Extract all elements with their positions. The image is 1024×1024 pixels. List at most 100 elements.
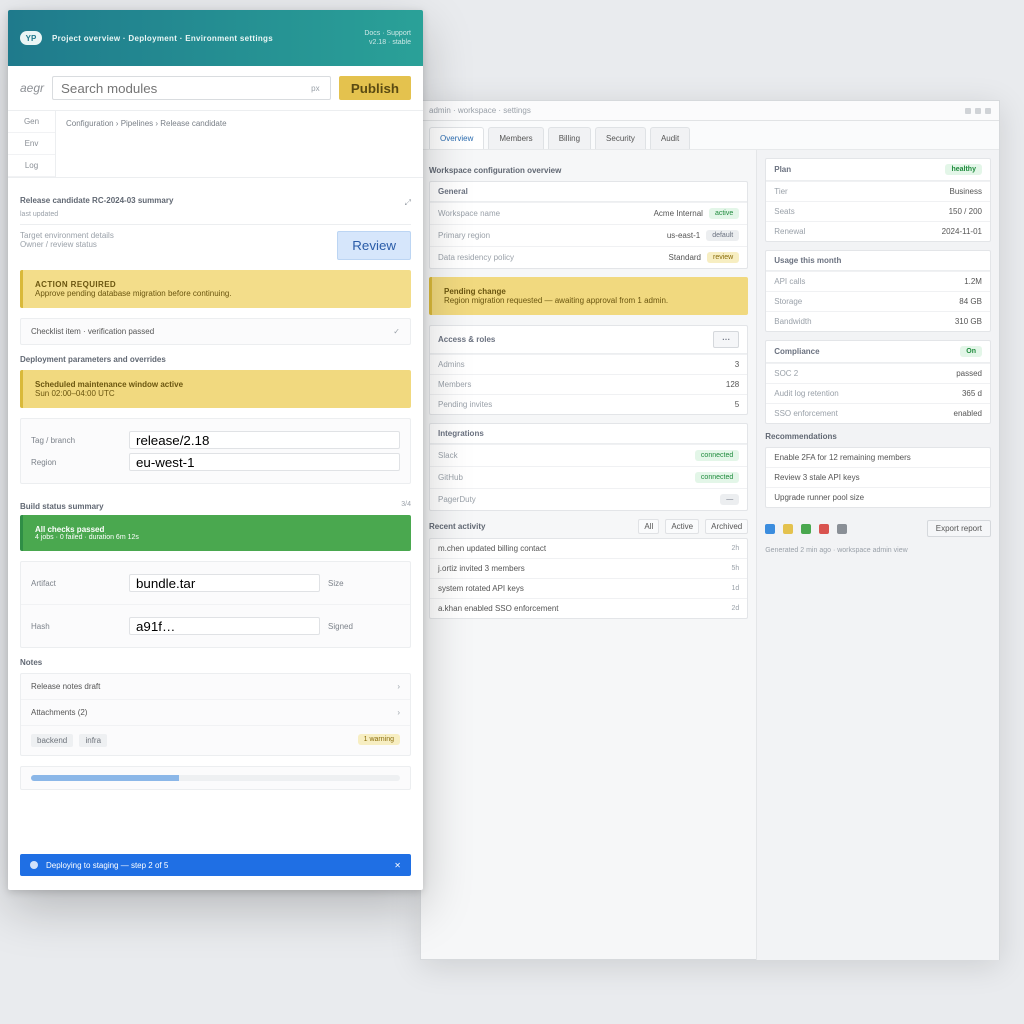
swatch-yellow bbox=[783, 524, 793, 534]
header-link-docs[interactable]: Docs · Support bbox=[364, 30, 411, 37]
list-item[interactable]: system rotated API keys1d bbox=[430, 578, 747, 598]
row-region: Primary region us-east-1 default bbox=[430, 224, 747, 246]
chevron-right-icon: › bbox=[397, 682, 400, 691]
side-foot: Generated 2 min ago · workspace admin vi… bbox=[765, 547, 991, 554]
checklist-panel: Checklist item · verification passed ✓ bbox=[20, 318, 411, 345]
window-controls[interactable] bbox=[965, 108, 991, 114]
card-integrations: Integrations Slackconnected GitHubconnec… bbox=[429, 423, 748, 511]
list-item[interactable]: a.khan enabled SSO enforcement2d bbox=[430, 598, 747, 618]
tag-chip[interactable]: infra bbox=[79, 734, 107, 747]
side-tab-log[interactable]: Log bbox=[8, 155, 55, 177]
sec1-line2: Owner / review status bbox=[20, 240, 331, 249]
admin-callout-pending: Pending change Region migration requeste… bbox=[429, 277, 748, 315]
artifact-name[interactable] bbox=[129, 574, 320, 592]
color-legend: Export report bbox=[765, 516, 991, 541]
callout1-body: Approve pending database migration befor… bbox=[35, 289, 399, 298]
manage-access-button[interactable]: ··· bbox=[713, 331, 739, 348]
sec4-title: Notes bbox=[20, 658, 411, 667]
panel-compliance: ComplianceOn SOC 2passed Audit log reten… bbox=[765, 340, 991, 424]
close-icon[interactable]: ✕ bbox=[394, 861, 401, 870]
crumb-line: Configuration › Pipelines › Release cand… bbox=[56, 111, 423, 177]
admin-main: Workspace configuration overview General… bbox=[421, 150, 756, 960]
side-tab-env[interactable]: Env bbox=[8, 133, 55, 155]
callout-body: Region migration requested — awaiting ap… bbox=[444, 296, 736, 305]
review-button[interactable]: Review bbox=[337, 231, 411, 260]
sec3-title: Build status summary bbox=[20, 502, 104, 511]
callout-maintenance: Scheduled maintenance window active Sun … bbox=[20, 370, 411, 408]
list-item[interactable]: m.chen updated billing contact2h bbox=[430, 539, 747, 558]
callout-action-required: ACTION REQUIRED Approve pending database… bbox=[20, 270, 411, 308]
export-button[interactable]: Export report bbox=[927, 520, 991, 537]
admin-heading: Workspace configuration overview bbox=[429, 166, 748, 175]
header-links: Docs · Support v2.18 · stable bbox=[364, 30, 411, 46]
recs-heading: Recommendations bbox=[765, 432, 991, 441]
notes-panel: Release notes draft › Attachments (2) › … bbox=[20, 673, 411, 756]
activity-list: m.chen updated billing contact2h j.ortiz… bbox=[429, 538, 748, 619]
subnav-side: Gen Env Log bbox=[8, 111, 56, 177]
list-item[interactable]: Enable 2FA for 12 remaining members bbox=[766, 448, 990, 467]
search-unit: px bbox=[301, 76, 331, 100]
admin-titlebar: admin · workspace · settings bbox=[421, 101, 999, 121]
field-tag: Tag / branch bbox=[31, 431, 400, 449]
tab-audit[interactable]: Audit bbox=[650, 127, 690, 149]
filter-all[interactable]: All bbox=[638, 519, 659, 534]
tag-input[interactable] bbox=[129, 431, 400, 449]
admin-tabs: Overview Members Billing Security Audit bbox=[421, 121, 999, 150]
swatch-gray bbox=[837, 524, 847, 534]
tab-security[interactable]: Security bbox=[595, 127, 646, 149]
attachments-row[interactable]: Attachments (2) bbox=[31, 708, 87, 717]
list-item[interactable]: j.ortiz invited 3 members5h bbox=[430, 558, 747, 578]
check-icon: ✓ bbox=[393, 327, 400, 336]
footer-text: Deploying to staging — step 2 of 5 bbox=[46, 861, 168, 870]
release-header: YP Project overview · Deployment · Envir… bbox=[8, 10, 423, 66]
filter-active[interactable]: Active bbox=[665, 519, 699, 534]
callout1-title: ACTION REQUIRED bbox=[35, 280, 399, 289]
deploy-progress bbox=[31, 775, 400, 781]
app-logo: aegr bbox=[20, 81, 44, 95]
list-item[interactable]: Review 3 stale API keys bbox=[766, 467, 990, 487]
tab-billing[interactable]: Billing bbox=[548, 127, 591, 149]
tab-members[interactable]: Members bbox=[488, 127, 543, 149]
activity-heading: Recent activity bbox=[429, 522, 485, 531]
header-link-version: v2.18 · stable bbox=[364, 39, 411, 46]
release-content: Release candidate RC-2024-03 summary las… bbox=[8, 178, 423, 890]
release-window: YP Project overview · Deployment · Envir… bbox=[8, 10, 423, 890]
sec3-meta: 3/4 bbox=[401, 501, 411, 508]
toolbar: aegr px Publish bbox=[8, 66, 423, 111]
tab-overview[interactable]: Overview bbox=[429, 127, 484, 149]
region-input[interactable] bbox=[129, 453, 400, 471]
tag-chip[interactable]: backend bbox=[31, 734, 73, 747]
status-pill: active bbox=[709, 208, 739, 219]
admin-crumb: admin · workspace · settings bbox=[429, 106, 531, 115]
row-policy: Data residency policy Standard review bbox=[430, 246, 747, 268]
sec1-line1: Target environment details bbox=[20, 231, 331, 240]
admin-window: admin · workspace · settings Overview Me… bbox=[420, 100, 1000, 960]
side-tab-gen[interactable]: Gen bbox=[8, 111, 55, 133]
warning-chip: 1 warning bbox=[358, 734, 400, 745]
field-region: Region bbox=[31, 453, 400, 471]
deploy-status-bar: Deploying to staging — step 2 of 5 ✕ bbox=[20, 854, 411, 876]
chevron-right-icon: › bbox=[397, 708, 400, 717]
publish-button[interactable]: Publish bbox=[339, 76, 411, 100]
artifact-panel: Artifact Size Hash Signed bbox=[20, 561, 411, 648]
row-workspace-name: Workspace name Acme Internal active bbox=[430, 202, 747, 224]
panel-usage: Usage this month API calls1.2M Storage84… bbox=[765, 250, 991, 332]
card-general: General Workspace name Acme Internal act… bbox=[429, 181, 748, 269]
panel-recs: Enable 2FA for 12 remaining members Revi… bbox=[765, 447, 991, 508]
params-panel: Tag / branch Region bbox=[20, 418, 411, 484]
card-general-title: General bbox=[438, 187, 468, 196]
artifact-hash[interactable] bbox=[129, 617, 320, 635]
search-input[interactable] bbox=[52, 76, 301, 100]
search-field: px bbox=[52, 76, 331, 100]
expand-icon[interactable]: ⤢ bbox=[405, 198, 411, 208]
list-item[interactable]: Upgrade runner pool size bbox=[766, 487, 990, 507]
callout-title: Pending change bbox=[444, 287, 736, 296]
subnav: Gen Env Log Configuration › Pipelines › … bbox=[8, 111, 423, 178]
filter-archived[interactable]: Archived bbox=[705, 519, 748, 534]
progress-panel bbox=[20, 766, 411, 790]
notes-row[interactable]: Release notes draft bbox=[31, 682, 100, 691]
swatch-blue bbox=[765, 524, 775, 534]
spinner-icon bbox=[30, 861, 38, 869]
swatch-red bbox=[819, 524, 829, 534]
sec1-sub: last updated bbox=[20, 211, 173, 218]
